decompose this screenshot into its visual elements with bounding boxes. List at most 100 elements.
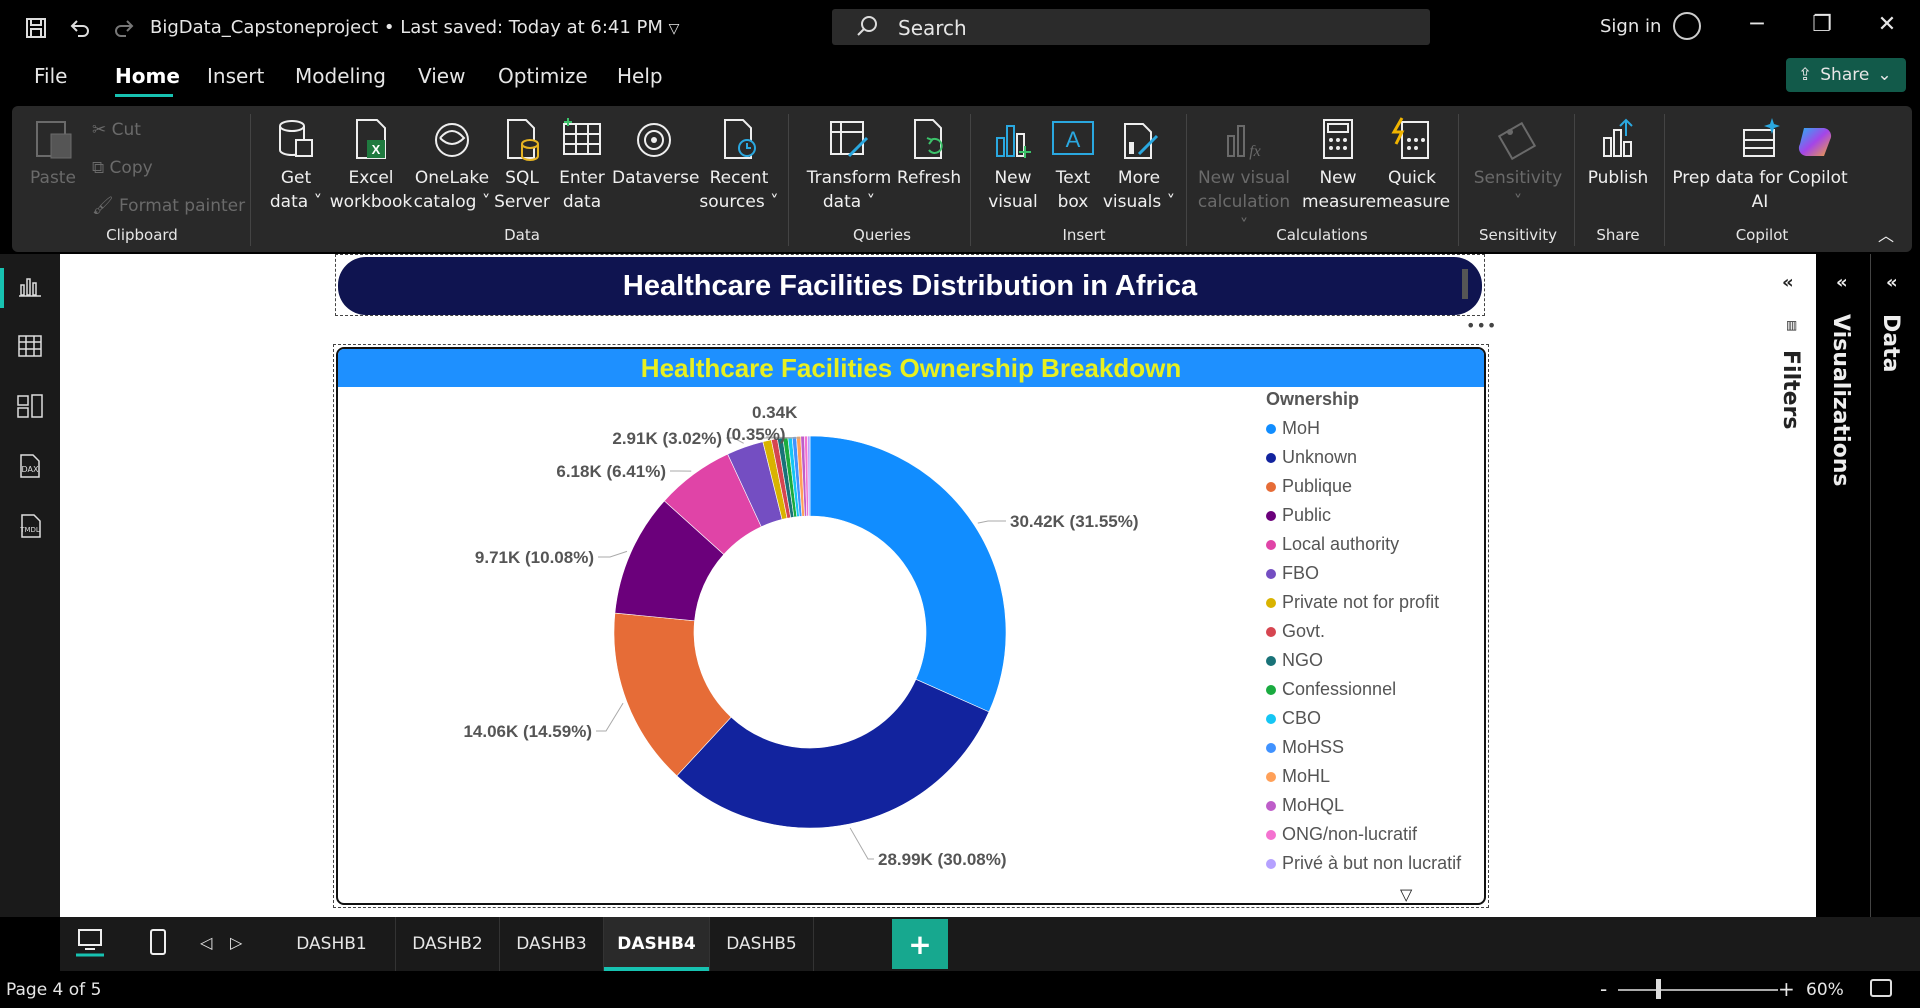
legend-item[interactable]: Publique (1266, 472, 1476, 501)
legend-item[interactable]: MoHSS (1266, 733, 1476, 762)
publish-button[interactable]: Publish (1582, 116, 1654, 190)
donut-chart-visual[interactable]: Healthcare Facilities Ownership Breakdow… (333, 344, 1489, 908)
menu-file[interactable]: File (34, 64, 67, 88)
refresh-button[interactable]: Refresh (896, 116, 962, 190)
menu-view[interactable]: View (418, 64, 465, 88)
more-visuals-button[interactable]: More visuals ˅ (1100, 116, 1178, 214)
menu-help[interactable]: Help (617, 64, 663, 88)
zoom-slider-thumb[interactable] (1656, 979, 1661, 999)
legend-item[interactable]: NGO (1266, 646, 1476, 675)
zoom-level[interactable]: 60% (1806, 980, 1844, 1000)
visualizations-pane-label[interactable]: Visualizations (1828, 314, 1853, 486)
page-tab-dashb2[interactable]: DASHB2 (396, 917, 500, 971)
new-visual-calculation-button[interactable]: fx New visual calculation ˅ (1192, 116, 1296, 238)
legend-scroll-down-icon[interactable]: ▽ (1400, 885, 1412, 903)
legend-item[interactable]: Confessionnel (1266, 675, 1476, 704)
legend-item[interactable]: Govt. (1266, 617, 1476, 646)
legend-item[interactable]: Public (1266, 501, 1476, 530)
save-icon[interactable] (22, 14, 50, 42)
donut-slice[interactable] (676, 678, 990, 829)
banner-scrollbar[interactable] (1462, 269, 1468, 299)
search-input[interactable]: Search (832, 9, 1430, 45)
get-data-line2: data ˅ (269, 192, 323, 212)
legend-item[interactable]: CBO (1266, 704, 1476, 733)
paste-button[interactable]: Paste (28, 116, 78, 190)
legend-item[interactable]: ONG/non-lucratif (1266, 820, 1476, 849)
report-canvas[interactable]: Healthcare Facilities Distribution in Af… (60, 254, 1768, 917)
legend-item[interactable]: MoHQL (1266, 791, 1476, 820)
document-title[interactable]: BigData_Capstoneproject • Last saved: To… (150, 17, 679, 38)
page-tab-dashb3[interactable]: DASHB3 (500, 917, 604, 971)
onelake-catalog-button[interactable]: OneLake catalog ˅ (412, 116, 492, 214)
desktop-layout-icon[interactable] (76, 927, 104, 957)
quick-measure-button[interactable]: Quick measure (1376, 116, 1450, 214)
undo-icon[interactable] (66, 14, 94, 42)
menu-modeling[interactable]: Modeling (295, 64, 386, 88)
report-view-icon[interactable] (14, 270, 46, 302)
expand-filters-icon[interactable]: « (1782, 272, 1794, 293)
expand-visualizations-icon[interactable]: « (1836, 272, 1848, 293)
zoom-out-button[interactable]: - (1600, 977, 1607, 1001)
legend-item[interactable]: Unknown (1266, 443, 1476, 472)
title-banner[interactable]: Healthcare Facilities Distribution in Af… (335, 254, 1485, 316)
previous-page-icon[interactable]: ◁ (200, 933, 212, 952)
avatar-icon[interactable] (1673, 12, 1701, 40)
copilot-icon[interactable] (1794, 120, 1838, 164)
new-measure-button[interactable]: New measure (1302, 116, 1376, 214)
expand-data-icon[interactable]: « (1886, 272, 1898, 293)
add-page-button[interactable]: + (892, 919, 948, 969)
sign-in-link[interactable]: Sign in (1600, 16, 1661, 37)
new-visual-button[interactable]: New visual (980, 116, 1046, 214)
transform-data-button[interactable]: Transform data ˅ (802, 116, 896, 214)
svg-text:DAX: DAX (22, 465, 39, 474)
page-tab-dashb1[interactable]: DASHB1 (268, 917, 396, 971)
share-button[interactable]: ⇪ Share ⌄ (1786, 58, 1906, 92)
menu-home[interactable]: Home (115, 64, 180, 88)
cut-button[interactable]: ✂ Cut (92, 120, 141, 140)
model-view-icon[interactable] (14, 390, 46, 422)
legend-item[interactable]: Local authority (1266, 530, 1476, 559)
data-pane-label[interactable]: Data (1878, 314, 1903, 372)
sensitivity-button[interactable]: Sensitivity ˅ (1468, 116, 1568, 214)
minimize-icon[interactable]: ─ (1742, 12, 1772, 37)
get-data-button[interactable]: Get data ˅ (266, 116, 326, 214)
chevron-down-icon[interactable]: ▽ (669, 21, 680, 37)
restore-icon[interactable]: ❐ (1807, 12, 1837, 37)
zoom-in-button[interactable]: + (1778, 977, 1795, 1001)
table-view-icon[interactable] (14, 330, 46, 362)
mobile-layout-icon[interactable] (150, 929, 166, 955)
close-icon[interactable]: ✕ (1872, 12, 1902, 37)
more-options-icon[interactable]: ••• (1466, 316, 1497, 335)
dax-query-view-icon[interactable]: DAX (14, 450, 46, 482)
page-tab-dashb5[interactable]: DASHB5 (710, 917, 814, 971)
legend-item[interactable]: Private not for profit (1266, 588, 1476, 617)
legend-item[interactable]: MoHL (1266, 762, 1476, 791)
recent-sources-button[interactable]: Recent sources ˅ (698, 116, 780, 214)
copy-button[interactable]: ⧉ Copy (92, 158, 153, 178)
tmdl-view-icon[interactable]: TMDL (14, 510, 46, 542)
page-tab-dashb4[interactable]: DASHB4 (604, 917, 710, 971)
next-page-icon[interactable]: ▷ (230, 933, 242, 952)
collapse-ribbon-icon[interactable]: ︿ (1878, 222, 1894, 246)
redo-icon[interactable] (110, 14, 138, 42)
prep-data-icon (1743, 118, 1780, 157)
enter-data-button[interactable]: Enter data (554, 116, 610, 214)
donut-chart[interactable]: 30.42K (31.55%) 28.99K (30.08%) 14.06K (14… (338, 387, 1258, 905)
legend-label: Local authority (1282, 534, 1400, 554)
zoom-slider[interactable] (1618, 989, 1778, 991)
paste-label: Paste (30, 168, 76, 188)
legend-item[interactable]: MoH (1266, 414, 1476, 443)
filters-pane[interactable]: « ▥ Filters (1768, 254, 1816, 917)
legend-item[interactable]: Privé à but non lucratif (1266, 849, 1476, 878)
transform-line2: data ˅ (822, 192, 876, 212)
excel-workbook-button[interactable]: X Excel workbook (328, 116, 414, 214)
legend-item[interactable]: FBO (1266, 559, 1476, 588)
sql-server-button[interactable]: SQL Server (492, 116, 552, 214)
fit-to-page-icon[interactable] (1870, 979, 1892, 997)
text-box-button[interactable]: A Text box (1048, 116, 1098, 214)
dataverse-button[interactable]: Dataverse (612, 116, 699, 190)
menu-insert[interactable]: Insert (207, 64, 264, 88)
donut-slice[interactable] (809, 435, 1007, 713)
format-painter-button[interactable]: 🖌 Format painter (92, 196, 245, 216)
menu-optimize[interactable]: Optimize (498, 64, 588, 88)
